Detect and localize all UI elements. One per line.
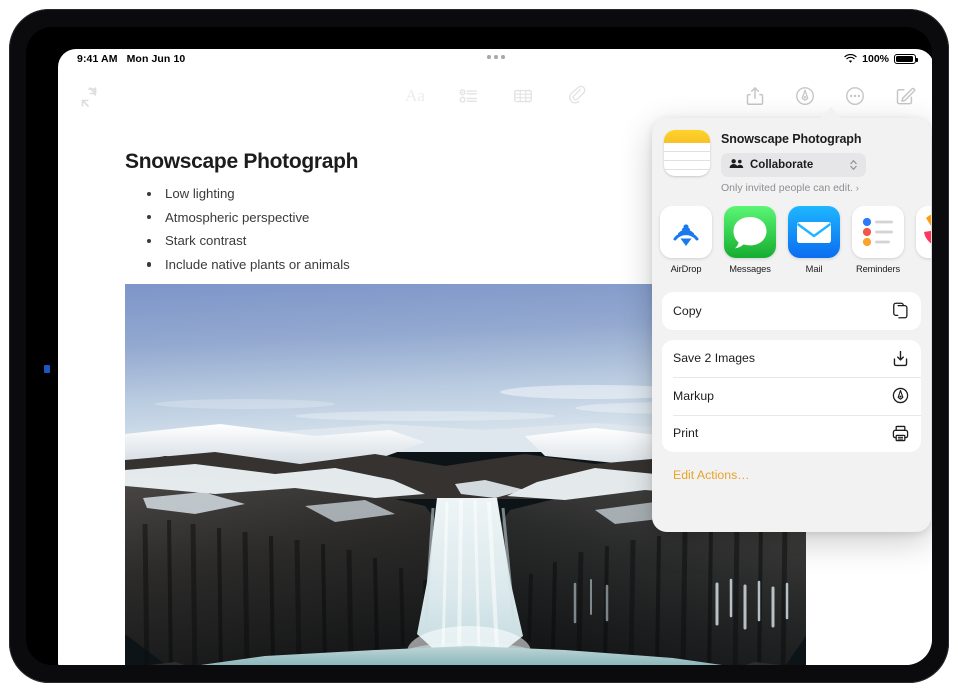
printer-icon xyxy=(890,423,910,443)
share-target-messages[interactable]: Messages xyxy=(724,206,776,274)
share-apps-row[interactable]: AirDrop xyxy=(652,206,931,292)
ipad-device-frame: 9:41 AM Mon Jun 10 xyxy=(9,9,949,683)
list-item: Include native plants or animals xyxy=(138,255,350,274)
notes-app-icon xyxy=(664,130,710,176)
action-print[interactable]: Print xyxy=(662,415,921,453)
checklist-icon[interactable] xyxy=(456,83,482,109)
share-target-mail[interactable]: Mail xyxy=(788,206,840,274)
note-toolbar: Aa xyxy=(58,75,932,123)
share-sheet-header: Snowscape Photograph Collaborate xyxy=(652,118,931,206)
ipad-screen: 9:41 AM Mon Jun 10 xyxy=(58,49,932,665)
freeform-icon xyxy=(916,206,931,258)
battery-percent-label: 100% xyxy=(862,53,889,65)
app-label: Messages xyxy=(724,264,776,274)
share-sheet-title: Snowscape Photograph xyxy=(721,132,861,146)
markup-pen-circle-icon xyxy=(890,386,910,406)
action-label: Copy xyxy=(673,304,890,318)
collaborate-label: Collaborate xyxy=(750,159,843,171)
collaborate-dropdown[interactable]: Collaborate xyxy=(721,153,866,177)
edit-actions-button[interactable]: Edit Actions… xyxy=(662,462,921,482)
ellipsis-circle-icon[interactable] xyxy=(842,83,868,109)
app-label: Mail xyxy=(788,264,840,274)
list-item: Low lighting xyxy=(138,184,350,203)
note-bullet-list: Low lighting Atmospheric perspective Sta… xyxy=(138,184,350,279)
list-item: Stark contrast xyxy=(138,231,350,250)
app-label: Reminders xyxy=(852,264,904,274)
permission-note[interactable]: Only invited people can edit. › xyxy=(721,182,921,194)
screenshot-root: 9:41 AM Mon Jun 10 xyxy=(0,0,958,692)
list-item: Atmospheric perspective xyxy=(138,208,350,227)
bezel-artifact xyxy=(44,365,50,373)
action-label: Print xyxy=(673,426,890,440)
app-label: Fr xyxy=(916,264,931,274)
multitasking-dots-icon[interactable] xyxy=(487,55,505,59)
action-copy[interactable]: Copy xyxy=(662,292,921,330)
messages-icon xyxy=(724,206,776,258)
share-sheet-pointer xyxy=(820,107,842,119)
action-group-two: Save 2 Images Marku xyxy=(662,340,921,453)
save-download-icon xyxy=(890,348,910,368)
wifi-icon xyxy=(844,54,857,64)
device-bezel: 9:41 AM Mon Jun 10 xyxy=(26,27,932,665)
reminders-icon xyxy=(852,206,904,258)
battery-icon xyxy=(894,54,916,65)
aa-format-icon[interactable]: Aa xyxy=(402,83,428,109)
share-target-reminders[interactable]: Reminders xyxy=(852,206,904,274)
app-label: AirDrop xyxy=(660,264,712,274)
two-people-icon xyxy=(729,156,744,174)
chevron-up-down-icon xyxy=(849,158,858,172)
action-save-images[interactable]: Save 2 Images xyxy=(662,340,921,378)
page-title: Snowscape Photograph xyxy=(125,150,358,174)
status-bar-right: 100% xyxy=(844,53,916,65)
chevron-right-icon: › xyxy=(856,183,859,193)
status-bar: 9:41 AM Mon Jun 10 xyxy=(58,49,932,75)
share-action-groups: Copy Save 2 I xyxy=(652,292,931,482)
status-bar-center xyxy=(58,55,932,59)
markup-pen-circle-icon[interactable] xyxy=(792,83,818,109)
table-icon[interactable] xyxy=(510,83,536,109)
compose-square-icon[interactable] xyxy=(892,83,918,109)
copy-documents-icon xyxy=(890,301,910,321)
toolbar-right-group xyxy=(742,83,918,109)
share-target-freeform[interactable]: Fr xyxy=(916,206,931,274)
paperclip-icon[interactable] xyxy=(564,83,590,109)
share-target-airdrop[interactable]: AirDrop xyxy=(660,206,712,274)
mail-icon xyxy=(788,206,840,258)
share-sheet: Snowscape Photograph Collaborate xyxy=(652,118,931,532)
action-group-one: Copy xyxy=(662,292,921,330)
action-markup[interactable]: Markup xyxy=(662,377,921,415)
action-label: Save 2 Images xyxy=(673,351,890,365)
action-label: Markup xyxy=(673,389,890,403)
airdrop-icon xyxy=(660,206,712,258)
share-icon[interactable] xyxy=(742,83,768,109)
permission-text: Only invited people can edit. xyxy=(721,182,853,194)
